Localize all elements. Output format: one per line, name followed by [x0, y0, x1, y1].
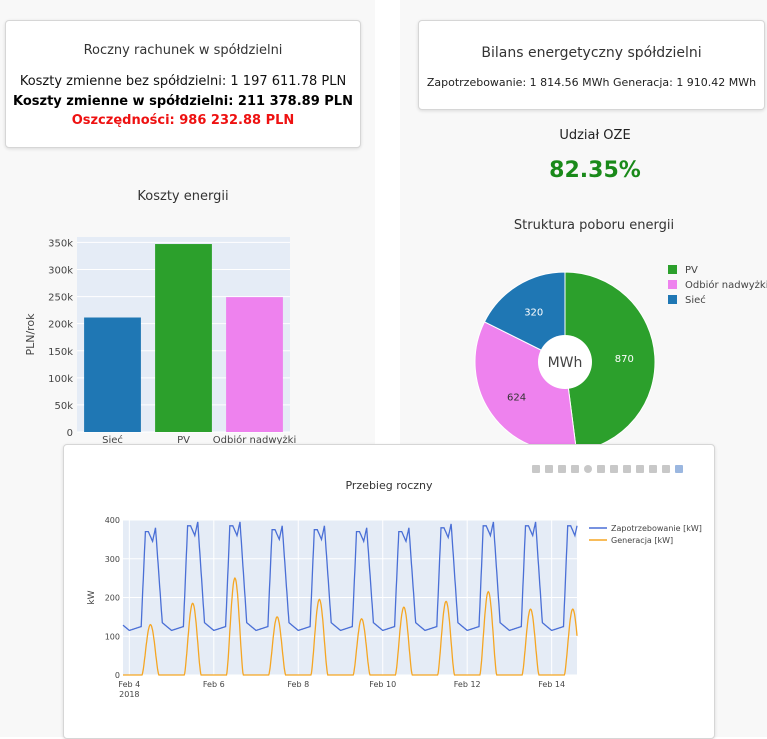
pie-legend-swatch [668, 280, 677, 289]
pan-icon[interactable] [558, 465, 566, 473]
line-legend-label: Generacja [kW] [611, 536, 673, 545]
energy-structure-pie-chart: Struktura poboru energii 870 624 320 MWh PV Od… [474, 218, 767, 444]
autoscale-icon[interactable] [623, 465, 631, 473]
line-chart-title: Przebieg roczny [345, 479, 433, 492]
spike-icon[interactable] [649, 465, 657, 473]
line-y-axis-title: kW [87, 590, 97, 604]
pie-slice-label: 320 [524, 307, 543, 318]
zoom-out-icon[interactable] [610, 465, 618, 473]
pie-legend-label: PV [685, 265, 698, 276]
annual-profile-card: Przebieg roczny 0 100 200 300 400 Feb 4 Feb 6 Fe… [63, 444, 715, 739]
plotly-logo-icon [675, 465, 683, 473]
zoom-in-icon[interactable] [597, 465, 605, 473]
pie-legend-label: Sieć [685, 294, 706, 306]
line-legend-label: Zapotrzebowanie [kW] [611, 524, 702, 533]
line-y-tick-label: 100 [105, 632, 120, 641]
line-x-tick-label: Feb 14 [538, 680, 565, 689]
pie-slice-label: 870 [615, 354, 634, 365]
annual-profile-line-chart: Przebieg roczny 0 100 200 300 400 Feb 4 Feb 6 Fe… [87, 465, 702, 699]
zoom-icon[interactable] [545, 465, 553, 473]
hover-icon[interactable] [662, 465, 670, 473]
pie-center-label: MWh [548, 355, 583, 371]
line-x-tick-label: Feb 6 [203, 680, 225, 689]
pie-legend-swatch [668, 295, 677, 304]
pie-chart-title: Struktura poboru energii [514, 218, 674, 233]
line-x-tick-label: Feb 10 [369, 680, 396, 689]
lasso-icon[interactable] [584, 465, 592, 473]
line-y-tick-label: 400 [105, 516, 120, 525]
pie-slice-label: 624 [507, 392, 526, 403]
box-select-icon[interactable] [571, 465, 579, 473]
line-x-tick-label: Feb 8 [287, 680, 309, 689]
reset-icon[interactable] [636, 465, 644, 473]
line-y-tick-label: 300 [105, 555, 120, 564]
line-y-tick-label: 200 [105, 594, 120, 603]
line-x-tick-label: Feb 12 [454, 680, 481, 689]
line-x-year-label: 2018 [119, 690, 139, 699]
line-x-tick-label: Feb 4 [118, 680, 140, 689]
pie-legend-swatch [668, 265, 677, 274]
line-y-tick-label: 0 [115, 671, 120, 680]
camera-icon[interactable] [532, 465, 540, 473]
pie-legend-label: Odbiór nadwyżki [685, 279, 767, 291]
